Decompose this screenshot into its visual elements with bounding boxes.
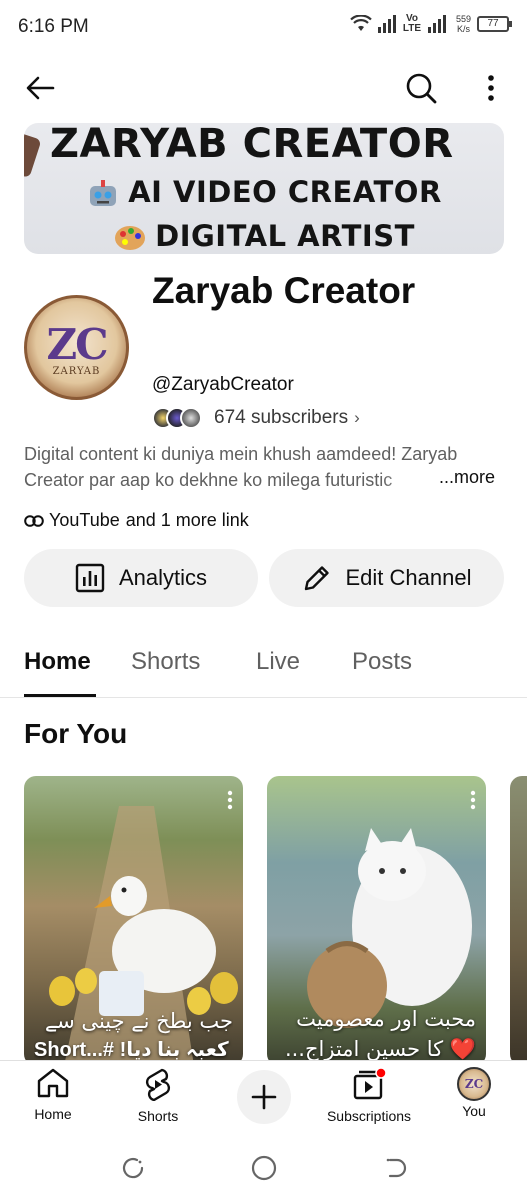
wifi-icon xyxy=(350,15,372,31)
recent-apps-button[interactable] xyxy=(118,1153,148,1183)
recent-apps-icon xyxy=(122,1157,144,1179)
more-vertical-icon[interactable] xyxy=(470,790,476,810)
tab-posts[interactable]: Posts xyxy=(352,648,412,676)
tab-home[interactable]: Home xyxy=(24,648,91,676)
channel-name: Zaryab Creator xyxy=(152,270,416,311)
link-icon xyxy=(24,514,44,527)
arrow-left-icon xyxy=(26,76,55,100)
banner-title: ZARYAB CREATOR xyxy=(50,123,454,167)
channel-handle: @ZaryabCreator xyxy=(152,374,294,395)
status-time: 6:16 PM xyxy=(18,16,89,37)
subscriber-avatar xyxy=(180,407,202,429)
tab-shorts[interactable]: Shorts xyxy=(131,648,200,676)
description-fade xyxy=(380,467,438,493)
description-line: Digital content ki duniya mein khush aam… xyxy=(24,444,458,464)
search-button[interactable] xyxy=(401,68,441,108)
network-type: Vo LTE xyxy=(402,13,422,34)
avatar-initials: ZC xyxy=(46,320,108,369)
video-title: محبت اور معصومیت xyxy=(296,1007,476,1031)
nav-you-label: You xyxy=(462,1103,486,1119)
video-title: جب بطخ نے چینی سے xyxy=(44,1009,233,1033)
back-system-button[interactable] xyxy=(381,1153,411,1183)
channel-tabs: Home Shorts Live Posts xyxy=(0,630,527,698)
pencil-icon xyxy=(304,566,329,591)
battery-icon: 77 xyxy=(477,16,512,32)
nav-subscriptions[interactable]: Subscriptions xyxy=(319,1067,419,1124)
edit-channel-label: Edit Channel xyxy=(345,565,472,590)
channel-links[interactable]: YouTube and 1 more link xyxy=(24,510,249,531)
video-caption: محبت اور معصومیت ...کا حسین امتزاج ❤️ xyxy=(267,1004,486,1064)
nav-shorts-label: Shorts xyxy=(137,1108,179,1124)
more-link[interactable]: ...more xyxy=(437,467,496,488)
video-card[interactable]: جب بطخ نے چینی سے Short...# !کعبہ بنا دی… xyxy=(24,776,243,1066)
back-button[interactable] xyxy=(20,68,60,108)
plus-icon xyxy=(251,1084,277,1110)
nav-shorts[interactable]: Shorts xyxy=(108,1067,208,1124)
banner-subtitle-1: AI VIDEO CREATOR xyxy=(128,175,442,209)
data-speed: 559 K/s xyxy=(455,14,471,34)
subscriptions-icon xyxy=(353,1067,387,1100)
nav-home-label: Home xyxy=(34,1106,72,1122)
links-more: and 1 more link xyxy=(125,510,249,530)
video-caption: جب بطخ نے چینی سے Short...# !کعبہ بنا دی… xyxy=(24,1006,243,1064)
circle-home-icon xyxy=(251,1155,277,1181)
profile-avatar: ZC xyxy=(457,1067,491,1101)
status-icons: Vo LTE 559 K/s 77 xyxy=(350,13,512,34)
nav-home[interactable]: Home xyxy=(3,1067,103,1122)
subscriber-count: 674 subscribers xyxy=(214,407,349,428)
channel-avatar[interactable]: ZC ZARYAB xyxy=(24,295,129,400)
edit-channel-button[interactable]: Edit Channel xyxy=(269,549,504,607)
nav-you[interactable]: ZC You xyxy=(424,1067,524,1119)
profile-avatar-initials: ZC xyxy=(464,1077,484,1091)
video-card[interactable]: محبت اور معصومیت ...کا حسین امتزاج ❤️ xyxy=(267,776,486,1066)
more-vertical-icon xyxy=(488,75,494,101)
palette-icon xyxy=(115,226,146,250)
more-vertical-icon[interactable] xyxy=(227,790,233,810)
bottom-navigation: Home Shorts Subscriptions ZC You xyxy=(0,1060,527,1136)
signal-icon-2 xyxy=(427,15,446,33)
banner-subtitle-2: DIGITAL ARTIST xyxy=(155,219,415,253)
system-navigation xyxy=(0,1136,527,1200)
active-tab-indicator xyxy=(24,694,96,697)
analytics-icon xyxy=(75,563,105,593)
status-bar: 6:16 PM Vo LTE 559 K/s 77 xyxy=(0,0,527,54)
section-title: For You xyxy=(24,718,128,749)
home-icon xyxy=(37,1068,69,1098)
home-system-button[interactable] xyxy=(249,1153,279,1183)
chevron-right-icon: › xyxy=(354,408,360,427)
video-card-partial[interactable] xyxy=(510,776,527,1066)
create-button[interactable] xyxy=(237,1070,291,1124)
robot-icon xyxy=(90,180,117,206)
nav-subscriptions-label: Subscriptions xyxy=(326,1108,412,1124)
tab-live[interactable]: Live xyxy=(256,648,300,676)
links-primary: YouTube xyxy=(49,510,120,530)
shorts-icon xyxy=(145,1068,171,1102)
avatar-text: ZARYAB xyxy=(52,366,101,377)
subscribers-row[interactable]: 674 subscribers › xyxy=(152,404,360,432)
back-system-icon xyxy=(386,1158,407,1178)
analytics-label: Analytics xyxy=(118,565,208,590)
banner-decoration xyxy=(24,131,42,179)
top-app-bar xyxy=(0,60,527,116)
more-options-button[interactable] xyxy=(471,68,511,108)
signal-icon xyxy=(377,15,396,33)
channel-banner[interactable]: ZARYAB CREATOR AI VIDEO CREATOR DIGITAL … xyxy=(24,123,504,254)
search-icon xyxy=(406,73,437,104)
analytics-button[interactable]: Analytics xyxy=(24,549,258,607)
